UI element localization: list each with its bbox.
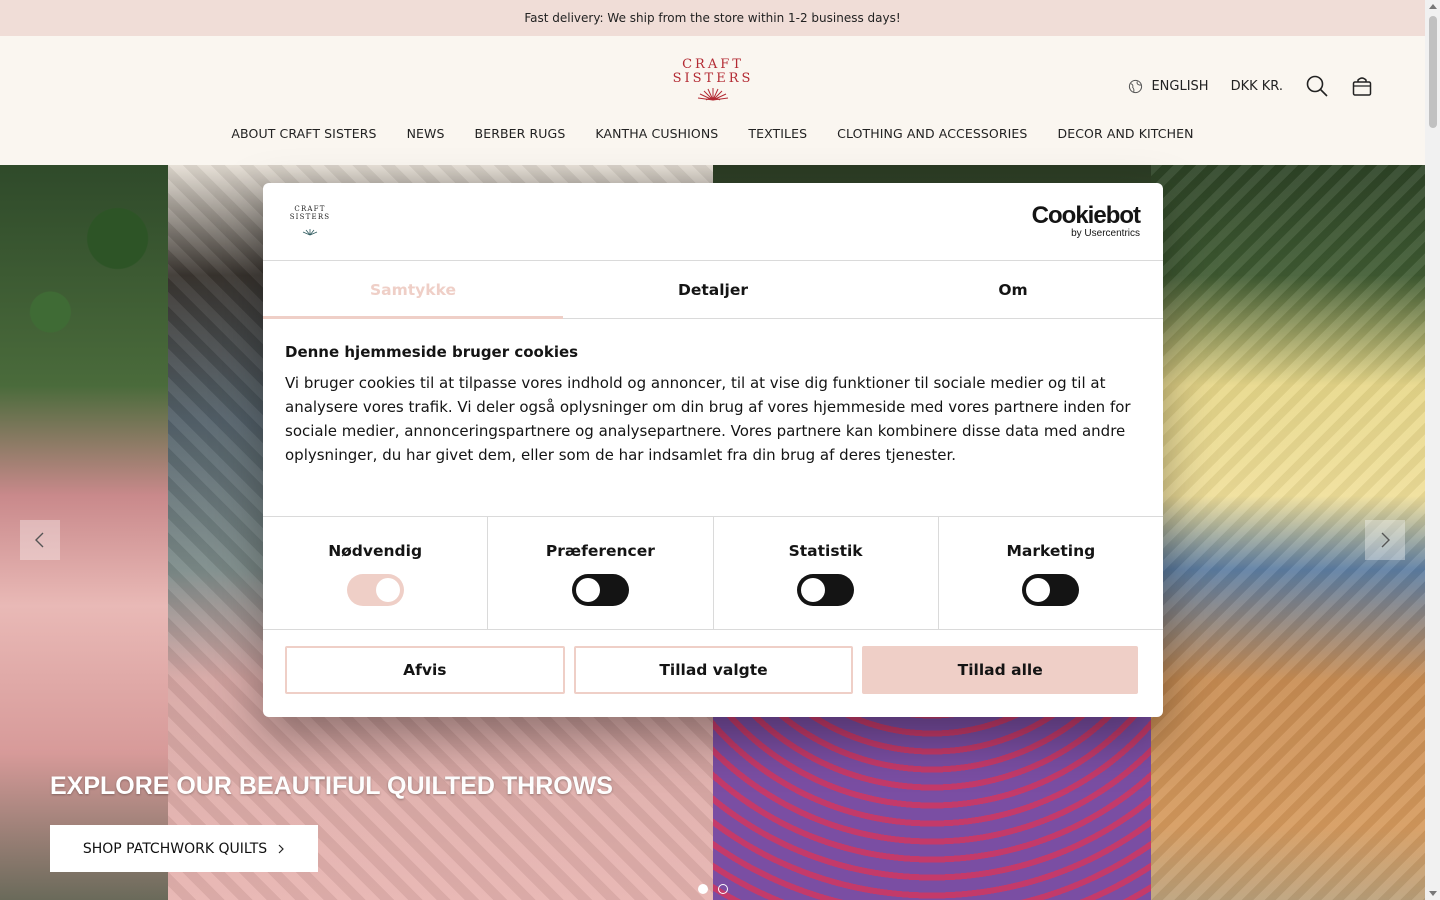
slide-next-button[interactable] <box>1365 520 1405 560</box>
cookie-heading: Denne hjemmeside bruger cookies <box>285 343 579 361</box>
logo-line1: CRAFT <box>682 57 744 72</box>
cookiebot-sub: by Usercentrics <box>1071 228 1140 239</box>
slide-dot-2[interactable] <box>718 884 728 894</box>
search-button[interactable] <box>1305 74 1329 98</box>
scroll-down-arrow[interactable] <box>1429 891 1437 896</box>
toggle-knob <box>1026 578 1051 602</box>
main-navigation: ABOUT CRAFT SISTERS NEWS BERBER RUGS KAN… <box>0 126 1425 141</box>
chevron-left-icon <box>35 532 44 548</box>
toggle-knob <box>801 578 826 602</box>
language-label: ENGLISH <box>1151 78 1209 94</box>
language-selector[interactable]: ENGLISH <box>1128 78 1209 94</box>
site-header: CRAFT SISTERS ENGLISH DKK KR. ABOUT CRAF… <box>0 36 1425 165</box>
header-utilities: ENGLISH DKK KR. <box>1106 74 1373 98</box>
page-scrollbar[interactable] <box>1425 0 1440 900</box>
tab-samtykke[interactable]: Samtykke <box>263 261 563 319</box>
shop-quilts-label: SHOP PATCHWORK QUILTS <box>82 840 268 857</box>
shop-quilts-button[interactable]: SHOP PATCHWORK QUILTS <box>50 825 318 872</box>
sun-rays-icon <box>302 229 318 236</box>
announcement-text: Fast delivery: We ship from the store wi… <box>524 11 901 25</box>
allow-all-button[interactable]: Tillad alle <box>862 646 1139 694</box>
nav-item-news[interactable]: NEWS <box>407 126 445 141</box>
chevron-right-icon <box>1381 532 1390 548</box>
nav-item-clothing[interactable]: CLOTHING AND ACCESSORIES <box>837 126 1027 141</box>
tab-detaljer[interactable]: Detaljer <box>563 261 863 318</box>
sun-rays-icon <box>697 88 729 101</box>
toggle-knob <box>575 578 600 602</box>
cookie-toggles: Nødvendig Præferencer Statistik Marketin… <box>263 516 1163 630</box>
hero-title: EXPLORE OUR BEAUTIFUL QUILTED THROWS <box>50 772 613 800</box>
currency-label: DKK KR. <box>1230 78 1283 94</box>
bag-icon <box>1352 77 1372 96</box>
currency-selector[interactable]: DKK KR. <box>1231 79 1283 94</box>
cart-button[interactable] <box>1351 75 1373 97</box>
nav-item-about[interactable]: ABOUT CRAFT SISTERS <box>231 126 376 141</box>
toggle-label-preferences: Præferencer <box>545 542 655 560</box>
logo-line2: SISTERS <box>672 71 754 86</box>
cookie-body: Denne hjemmeside bruger cookies Vi bruge… <box>263 319 1163 516</box>
scroll-up-arrow[interactable] <box>1429 4 1437 9</box>
globe-icon <box>1129 79 1143 93</box>
toggle-necessary <box>346 574 404 606</box>
cookie-tabs: Samtykke Detaljer Om <box>263 261 1163 319</box>
nav-item-kantha-cushions[interactable]: KANTHA CUSHIONS <box>595 126 718 141</box>
cookie-logo-line2: SISTERS <box>289 213 331 221</box>
slide-dots <box>698 884 728 894</box>
scroll-thumb[interactable] <box>1429 16 1437 128</box>
allow-selected-button[interactable]: Tillad valgte <box>573 646 854 694</box>
toggle-label-marketing: Marketing <box>1006 542 1096 560</box>
cookie-site-logo: CRAFT SISTERS <box>285 205 335 240</box>
slide-prev-button[interactable] <box>20 520 60 560</box>
toggle-label-necessary: Nødvendig <box>328 542 423 560</box>
cookie-logo-line1: CRAFT <box>294 205 326 213</box>
toggle-marketing[interactable] <box>1022 574 1080 606</box>
site-logo[interactable]: CRAFT SISTERS <box>670 58 756 110</box>
toggle-group-statistics: Statistik <box>714 517 939 629</box>
toggle-group-necessary: Nødvendig <box>263 517 489 629</box>
cookie-description: Vi bruger cookies til at tilpasse vores … <box>285 374 1131 464</box>
toggle-group-preferences: Præferencer <box>488 517 714 629</box>
toggle-knob <box>375 578 400 602</box>
toggle-label-statistics: Statistik <box>788 542 863 560</box>
reject-button[interactable]: Afvis <box>285 646 565 694</box>
cookiebot-name: Cookiebot <box>1031 202 1141 229</box>
nav-item-decor[interactable]: DECOR AND KITCHEN <box>1057 126 1193 141</box>
cookiebot-logo[interactable]: Cookiebot by Usercentrics <box>1031 202 1141 240</box>
chevron-right-icon <box>278 844 285 853</box>
search-icon <box>1306 75 1328 97</box>
cookie-dialog-header: CRAFT SISTERS Cookiebot by Usercentrics <box>263 183 1163 261</box>
cookie-buttons: Afvis Tillad valgte Tillad alle <box>263 630 1163 694</box>
nav-item-berber-rugs[interactable]: BERBER RUGS <box>475 126 566 141</box>
tab-om[interactable]: Om <box>863 261 1163 318</box>
toggle-group-marketing: Marketing <box>939 517 1163 629</box>
toggle-preferences[interactable] <box>571 574 629 606</box>
toggle-statistics[interactable] <box>797 574 855 606</box>
nav-item-textiles[interactable]: TEXTILES <box>748 126 807 141</box>
announcement-bar: Fast delivery: We ship from the store wi… <box>0 0 1425 36</box>
cookie-consent-dialog: CRAFT SISTERS Cookiebot by Usercentrics … <box>263 183 1163 717</box>
slide-dot-1[interactable] <box>698 884 708 894</box>
